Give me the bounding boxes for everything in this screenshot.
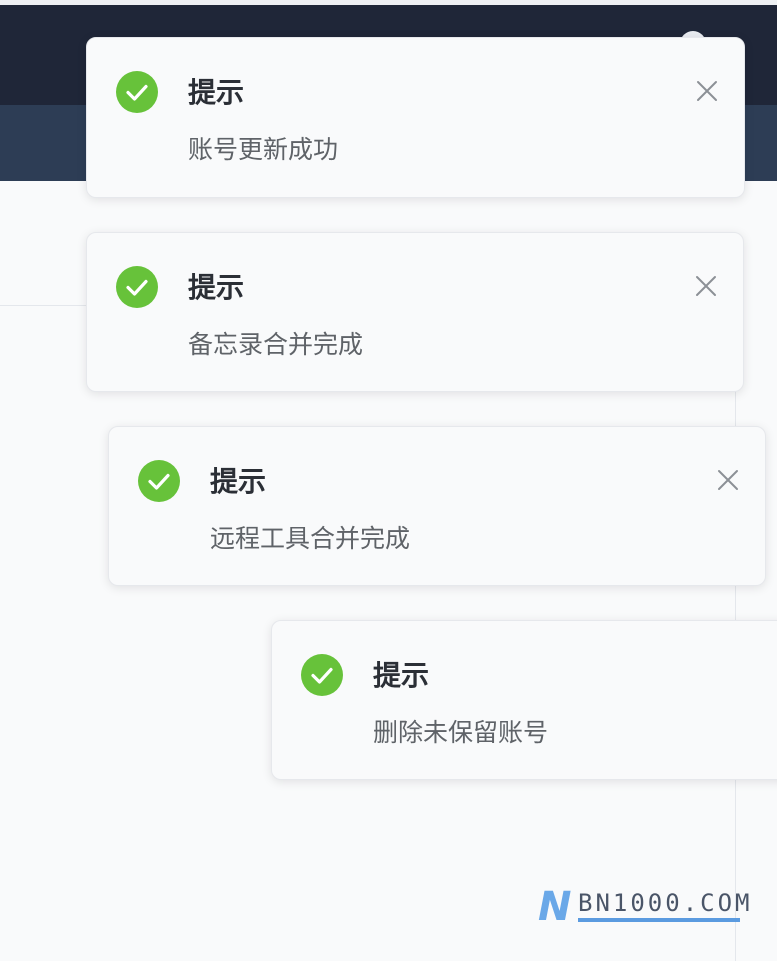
close-icon[interactable]	[691, 271, 721, 301]
notification-message: 删除未保留账号	[373, 718, 549, 747]
success-check-icon	[116, 266, 158, 308]
notification-remote-tools-merged: 提示 远程工具合并完成	[108, 426, 766, 586]
success-check-icon	[138, 460, 180, 502]
notification-message: 远程工具合并完成	[210, 524, 411, 553]
notification-title: 提示	[188, 271, 245, 304]
close-icon[interactable]	[692, 76, 722, 106]
success-check-icon	[116, 71, 158, 113]
notification-title: 提示	[210, 465, 267, 498]
notification-title: 提示	[373, 659, 430, 692]
notification-account-updated: 提示 账号更新成功	[86, 37, 745, 198]
close-icon[interactable]	[713, 465, 743, 495]
success-check-icon	[301, 654, 343, 696]
watermark-underline	[578, 918, 740, 922]
watermark-logo: N BN1000.COM	[538, 884, 750, 930]
notification-unkept-accounts-deleted: 提示 删除未保留账号	[271, 620, 777, 780]
notification-memo-merged: 提示 备忘录合并完成	[86, 232, 744, 392]
notification-message: 账号更新成功	[188, 135, 339, 164]
notification-title: 提示	[188, 76, 245, 109]
watermark-text: BN1000.COM	[578, 889, 753, 917]
notification-message: 备忘录合并完成	[188, 330, 364, 359]
watermark-logo-letter: N	[538, 884, 572, 930]
